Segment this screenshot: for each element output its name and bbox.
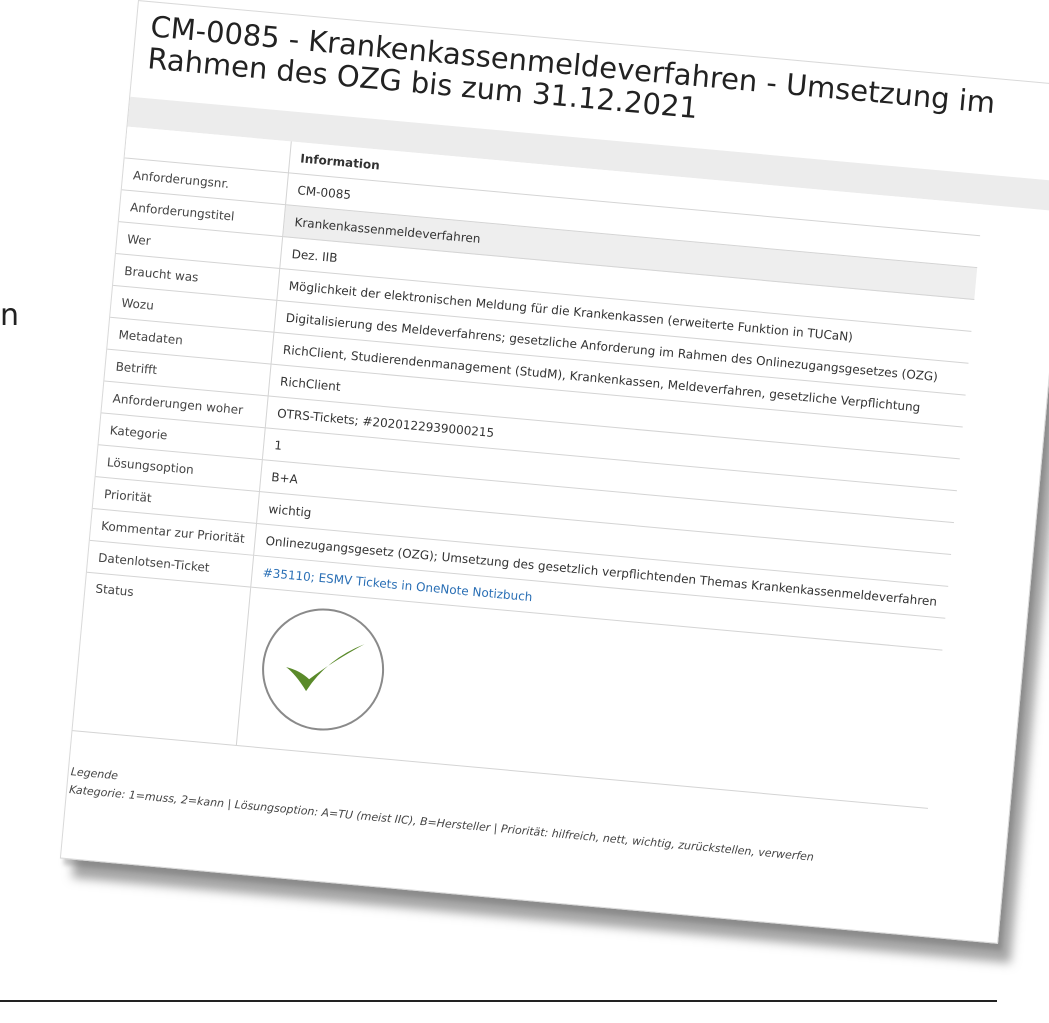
row-label: Status <box>72 572 251 746</box>
slide-page: n CM-0085 - Krankenkassenmeldeverfahren … <box>0 0 1049 1023</box>
requirement-table: Information Anforderungsnr. CM-0085 Anfo… <box>72 126 984 809</box>
status-badge <box>256 603 390 736</box>
divider-line <box>0 1000 997 1002</box>
stray-letter: n <box>0 298 20 333</box>
requirement-card-screenshot: CM-0085 - Krankenkassenmeldeverfahren - … <box>59 0 1049 944</box>
checkmark-icon <box>286 644 365 692</box>
